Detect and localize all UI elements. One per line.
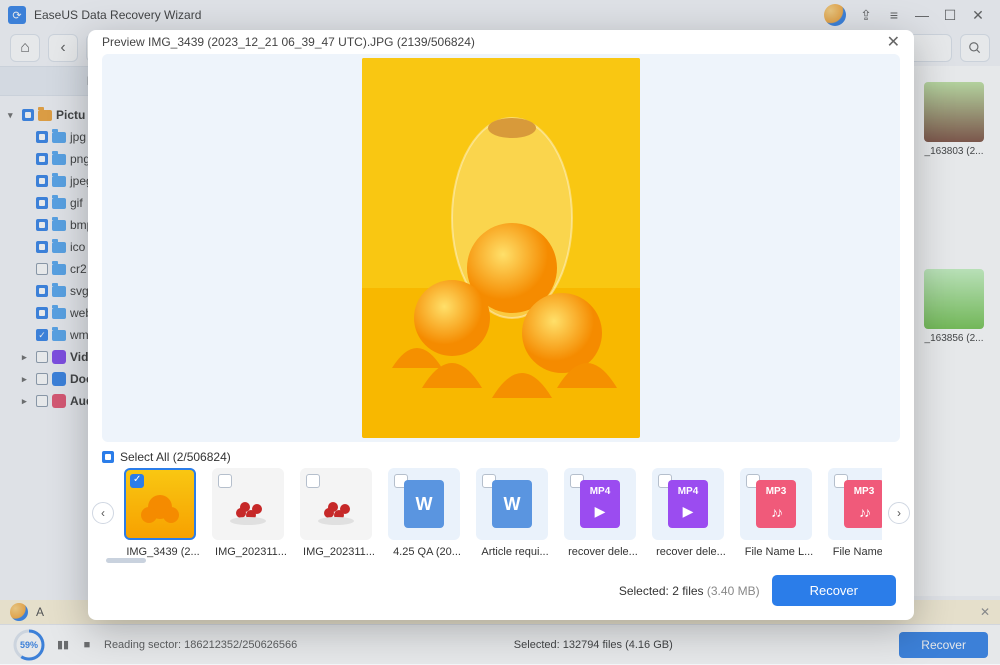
mp4-icon [580, 480, 620, 528]
modal-footer: Selected: 2 files (3.40 MB) Recover [88, 563, 914, 620]
modal-title: Preview IMG_3439 (2023_12_21 06_39_47 UT… [102, 35, 475, 49]
carousel-item-label: 4.25 QA (20... [388, 546, 466, 558]
thumb-file [828, 468, 882, 540]
carousel-item[interactable]: File Name L... [740, 468, 818, 558]
carousel-item[interactable]: recover dele... [564, 468, 642, 558]
thumb-file [652, 468, 724, 540]
thumb-oranges [124, 468, 196, 540]
carousel-item[interactable]: Article requi... [476, 468, 554, 558]
thumb-file [740, 468, 812, 540]
carousel-item-label: recover dele... [652, 546, 730, 558]
carousel-item[interactable]: File Name L... [828, 468, 882, 558]
thumb-cherries [300, 468, 372, 540]
modal-selected-text: Selected: 2 files (3.40 MB) [619, 584, 760, 598]
carousel-next-button[interactable]: › [888, 502, 910, 524]
mp3-icon [756, 480, 796, 528]
thumb-file [564, 468, 636, 540]
thumb-checkbox[interactable] [218, 474, 232, 488]
thumbnail-carousel: ‹ IMG_3439 (2... IMG_202311... IMG_202311.… [88, 468, 914, 558]
modal-header: Preview IMG_3439 (2023_12_21 06_39_47 UT… [88, 30, 914, 54]
mp4-icon [668, 480, 708, 528]
carousel-item-label: File Name L... [740, 546, 818, 558]
doc-w-icon [492, 480, 532, 528]
carousel-item[interactable]: IMG_202311... [300, 468, 378, 558]
carousel-item-label: IMG_202311... [300, 546, 378, 558]
carousel-item-label: recover dele... [564, 546, 642, 558]
mp3-icon [844, 480, 882, 528]
carousel-item-label: IMG_3439 (2... [124, 546, 202, 558]
recover-button[interactable]: Recover [772, 575, 896, 606]
thumb-checkbox[interactable] [306, 474, 320, 488]
doc-w-icon [404, 480, 444, 528]
preview-image [362, 58, 640, 438]
thumb-checkbox[interactable] [130, 474, 144, 488]
preview-area [102, 54, 900, 442]
modal-close-button[interactable]: ✕ [887, 32, 900, 52]
carousel-item-label: Article requi... [476, 546, 554, 558]
thumb-cherries [212, 468, 284, 540]
carousel-item[interactable]: IMG_202311... [212, 468, 290, 558]
thumb-file [476, 468, 548, 540]
select-all-row[interactable]: Select All (2/506824) [88, 442, 914, 468]
carousel-item-label: IMG_202311... [212, 546, 290, 558]
carousel-item-label: File Name L... [828, 546, 882, 558]
carousel-item[interactable]: recover dele... [652, 468, 730, 558]
select-all-checkbox[interactable] [102, 451, 114, 463]
preview-modal: Preview IMG_3439 (2023_12_21 06_39_47 UT… [88, 30, 914, 620]
carousel-prev-button[interactable]: ‹ [92, 502, 114, 524]
carousel-item[interactable]: 4.25 QA (20... [388, 468, 466, 558]
thumb-file [388, 468, 460, 540]
select-all-label: Select All (2/506824) [120, 450, 231, 464]
carousel-item[interactable]: IMG_3439 (2... [124, 468, 202, 558]
